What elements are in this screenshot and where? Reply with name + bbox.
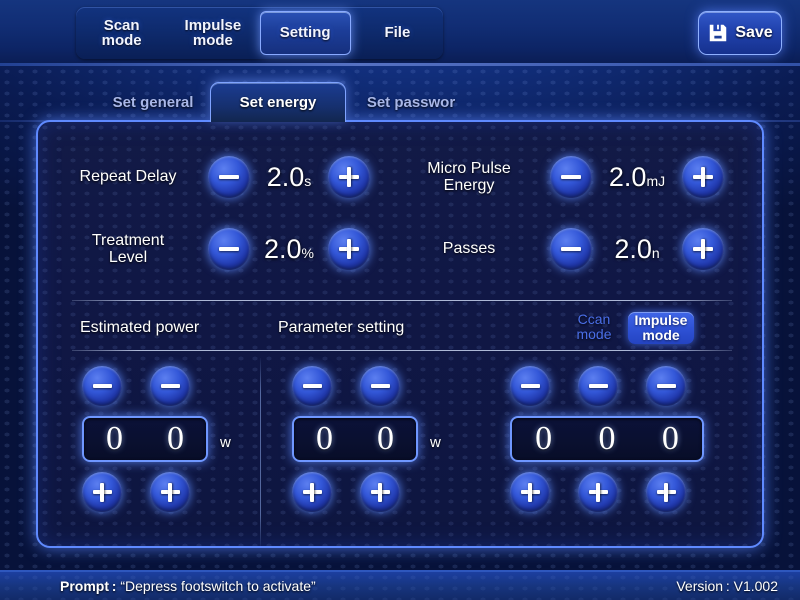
passes-value: 2.0n [592, 234, 682, 265]
counter3-digit2-minus-button[interactable] [578, 366, 618, 406]
value-number: 2.0 [608, 161, 647, 192]
counter-group-estimated-power: 0 0 w [82, 366, 231, 512]
counter1-digit2: 0 [167, 420, 184, 457]
counter-minus-row [292, 366, 418, 406]
counter1-digit1-plus-button[interactable] [82, 472, 122, 512]
counter2-unit: w [430, 434, 441, 451]
counter-group-parameter-setting: 0 0 w [292, 366, 441, 512]
divider-top [72, 300, 732, 301]
parameter-label: Micro Pulse Energy [427, 159, 511, 194]
floppy-disk-icon [707, 22, 729, 44]
value-unit: n [651, 244, 660, 261]
set-energy-panel: Repeat Delay 2.0s Micro Pulse Energy 2.0… [36, 120, 764, 548]
counter3-digit2-plus-button[interactable] [578, 472, 618, 512]
counter-minus-row [510, 366, 704, 406]
counter3-digit3-plus-button[interactable] [646, 472, 686, 512]
counter3-digit1: 0 [535, 420, 553, 457]
counter3-display[interactable]: 0 0 0 [510, 416, 704, 462]
counter3-digit1-minus-button[interactable] [510, 366, 550, 406]
parameter-row-treatment-level: Treatment Level 2.0% [58, 228, 370, 270]
counter3-digit1-plus-button[interactable] [510, 472, 550, 512]
nav-button-impulse-mode[interactable]: Impulse mode [168, 11, 257, 55]
save-button-label: Save [735, 24, 773, 41]
counter-group-mode-value: 0 0 0 [510, 366, 704, 512]
repeat-delay-plus-button[interactable] [328, 156, 370, 198]
counter2-digit2-plus-button[interactable] [360, 472, 400, 512]
device-screen: Scan mode Impulse mode Setting File Save… [0, 0, 800, 600]
counter1-display[interactable]: 0 0 w [82, 416, 231, 462]
tab-set-password[interactable]: Set passwor [348, 82, 474, 122]
micro-pulse-energy-minus-button[interactable] [550, 156, 592, 198]
tab-set-energy[interactable]: Set energy [210, 82, 346, 122]
treatment-level-minus-button[interactable] [208, 228, 250, 270]
nav-button-scan-mode[interactable]: Scan mode [77, 11, 166, 55]
counter1-unit: w [220, 434, 231, 451]
value-number: 2.0 [614, 233, 652, 264]
counter2-display[interactable]: 0 0 w [292, 416, 441, 462]
label-parameter-setting: Parameter setting [278, 319, 405, 336]
nav-button-setting[interactable]: Setting [259, 11, 351, 55]
mode-button-group: Scan mode Impulse mode Setting File [76, 7, 443, 59]
treatment-level-value: 2.0% [250, 234, 328, 265]
counter3-digit3: 0 [661, 420, 679, 457]
parameter-row-micro-pulse-energy: Micro Pulse Energy 2.0mJ [394, 156, 724, 198]
micro-pulse-energy-value: 2.0mJ [592, 162, 682, 193]
counter1-digit2-minus-button[interactable] [150, 366, 190, 406]
parameter-label: Passes [442, 240, 496, 258]
settings-tab-strip: Set general Set energy Set passwor [0, 82, 800, 122]
repeat-delay-minus-button[interactable] [208, 156, 250, 198]
mode-option-scan[interactable]: Ccan mode [566, 312, 622, 342]
tab-set-general[interactable]: Set general [88, 82, 218, 122]
top-navigation-bar: Scan mode Impulse mode Setting File Save [0, 0, 800, 66]
counter1-digit1: 0 [106, 420, 123, 457]
parameter-row-repeat-delay: Repeat Delay 2.0s [58, 156, 370, 198]
counter2-digit2: 0 [377, 420, 394, 457]
counter1-digit1-minus-button[interactable] [82, 366, 122, 406]
status-bar: Prompt : “Depress footswitch to activate… [0, 570, 800, 600]
counter2-digit1-plus-button[interactable] [292, 472, 332, 512]
counter2-digit1: 0 [316, 420, 333, 457]
parameter-row-passes: Passes 2.0n [394, 228, 724, 270]
repeat-delay-value: 2.0s [250, 162, 328, 193]
value-unit: mJ [646, 172, 666, 189]
nav-button-file[interactable]: File [353, 11, 442, 55]
mode-option-impulse[interactable]: Impulse mode [628, 312, 694, 344]
counter-plus-row [82, 472, 208, 512]
divider-bottom [72, 350, 732, 351]
counter3-digit3-minus-button[interactable] [646, 366, 686, 406]
passes-minus-button[interactable] [550, 228, 592, 270]
value-unit: s [304, 172, 312, 189]
counter-plus-row [510, 472, 704, 512]
counter-minus-row [82, 366, 208, 406]
value-number: 2.0 [266, 161, 305, 192]
prompt-area: Prompt : “Depress footswitch to activate… [60, 578, 316, 594]
counter-plus-row [292, 472, 418, 512]
prompt-label: Prompt : [60, 578, 117, 594]
micro-pulse-energy-plus-button[interactable] [682, 156, 724, 198]
value-number: 2.0 [264, 233, 302, 264]
counter3-digit2: 0 [598, 420, 616, 457]
counter2-digit2-minus-button[interactable] [360, 366, 400, 406]
counter1-digit2-plus-button[interactable] [150, 472, 190, 512]
counter2-digit1-minus-button[interactable] [292, 366, 332, 406]
passes-plus-button[interactable] [682, 228, 724, 270]
version-label: Version : V1.002 [676, 578, 778, 594]
parameter-label: Treatment Level [91, 231, 165, 266]
value-unit: % [301, 244, 314, 261]
prompt-message: “Depress footswitch to activate” [120, 578, 316, 594]
save-button[interactable]: Save [698, 11, 782, 55]
label-estimated-power: Estimated power [80, 319, 200, 336]
counters-divider [260, 358, 261, 546]
parameter-label: Repeat Delay [79, 168, 177, 186]
treatment-level-plus-button[interactable] [328, 228, 370, 270]
